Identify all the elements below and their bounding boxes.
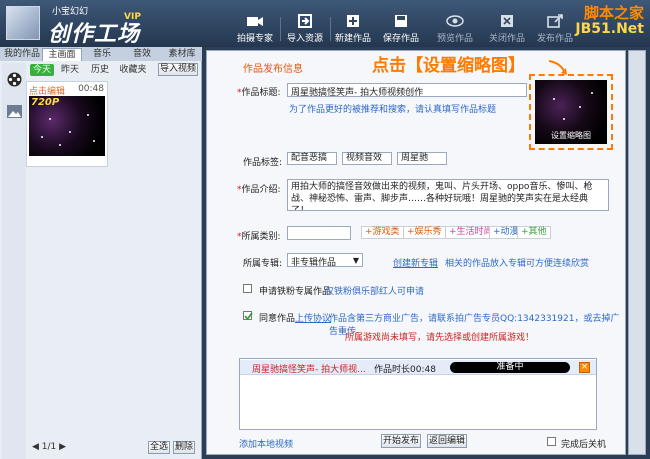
category-input[interactable]: [287, 226, 351, 240]
thumbnail-callout: 点击【设置缩略图】: [372, 56, 525, 76]
add-local-video-link[interactable]: 添加本地视频: [239, 437, 293, 450]
album-label: 所属专辑:: [243, 259, 283, 269]
vip-badge: VIP: [124, 12, 141, 22]
publish-work-button[interactable]: 发布作品: [532, 14, 578, 46]
title-input[interactable]: 周星驰搞怪笑声- 拍大师视频创作: [287, 83, 527, 97]
preview-work-button[interactable]: 预览作品: [432, 14, 478, 46]
tag-input-2[interactable]: 视频音效: [342, 152, 392, 165]
tab-material-library[interactable]: 素材库: [162, 48, 202, 61]
left-tabs: 我的作品 主画面 音乐 音效 素材库: [0, 47, 202, 61]
pager[interactable]: ◀ 1/1 ▶: [32, 442, 66, 452]
thumbnail-highlight[interactable]: 设置缩略图: [529, 74, 613, 150]
new-work-button[interactable]: 新建作品: [330, 14, 376, 46]
section-title: 作品发布信息: [243, 64, 303, 75]
album-hint: 相关的作品放入专辑可方便连续欣赏: [445, 259, 590, 269]
film-reel-icon[interactable]: [6, 71, 23, 88]
close-doc-icon: [501, 15, 513, 27]
upload-queue: 周星驰搞怪笑声- 拍大师视... 作品时长00:48 准备中 ×: [239, 358, 597, 430]
create-album-link[interactable]: 创建新专辑: [393, 256, 438, 269]
set-thumbnail-image[interactable]: 设置缩略图: [535, 80, 607, 144]
category-entertainment[interactable]: +娱乐秀: [403, 226, 446, 239]
new-doc-icon: [347, 15, 359, 27]
publish-icon: [547, 14, 563, 28]
import-resource-button[interactable]: 导入资源: [282, 14, 328, 46]
tab-sound-effects[interactable]: 音效: [122, 48, 162, 61]
pager-prev-icon[interactable]: ◀: [32, 442, 42, 452]
category-label: *所属类别:: [237, 232, 281, 242]
right-scrollbar[interactable]: [628, 50, 646, 455]
delete-button[interactable]: 删除: [173, 441, 195, 454]
filter-history[interactable]: 历史: [88, 64, 112, 76]
tag-input-1[interactable]: 配音恶搞: [287, 152, 337, 165]
tab-my-works[interactable]: 我的作品: [2, 48, 42, 61]
apply-fan-label: 申请铁粉专属作品: [259, 287, 332, 297]
eye-icon: [446, 15, 464, 27]
close-work-button[interactable]: 关闭作品: [484, 14, 530, 46]
left-side-strip: [2, 63, 26, 459]
image-icon[interactable]: [6, 103, 23, 120]
pager-next-icon[interactable]: ▶: [56, 442, 66, 452]
left-panel: 我的作品 主画面 音乐 音效 素材库 今天 昨天 历史 收藏夹 导入视频 点击编…: [0, 47, 202, 459]
agree-checkbox[interactable]: [243, 311, 253, 321]
tab-main-screen[interactable]: 主画面: [42, 48, 82, 61]
save-work-button[interactable]: 保存作品: [378, 14, 424, 46]
album-select[interactable]: 非专辑作品 ▼: [287, 253, 363, 268]
intro-label: *作品介绍:: [237, 185, 281, 195]
save-icon: [395, 15, 407, 27]
tags-label: 作品标签:: [243, 158, 283, 168]
filter-favorites[interactable]: 收藏夹: [116, 64, 150, 76]
back-edit-button[interactable]: 返回编辑: [427, 434, 467, 448]
tab-music[interactable]: 音乐: [82, 48, 122, 61]
import-icon: [298, 14, 312, 28]
card-duration: 00:48: [78, 84, 104, 94]
filter-today[interactable]: 今天: [30, 64, 54, 76]
close-icon[interactable]: ×: [579, 362, 590, 373]
left-bottom-bar: ◀ 1/1 ▶ 全选 删除: [26, 441, 202, 455]
filter-yesterday[interactable]: 昨天: [58, 64, 82, 76]
game-warning: 所属游戏尚未填写，请先选择或创建所属游戏！: [345, 333, 535, 343]
upload-status: 准备中: [450, 362, 570, 373]
title-bar: 小宝幻幻 创作工场 VIP 拍摄专家 导入资源 新建作品 保存作品 预览作品 关…: [0, 0, 650, 47]
checkmark-icon: [244, 312, 253, 321]
video-card[interactable]: 点击编辑 00:48 720P: [26, 81, 108, 167]
start-publish-button[interactable]: 开始发布: [381, 434, 421, 448]
avatar[interactable]: [6, 6, 40, 40]
tag-input-3[interactable]: 周星驰: [397, 152, 447, 165]
chevron-down-icon: ▼: [352, 256, 359, 265]
category-game[interactable]: +游戏类: [361, 226, 404, 239]
title-hint: 为了作品更好的被推荐和搜索，请认真填写作品标题: [289, 105, 497, 115]
title-label: *作品标题:: [237, 88, 281, 98]
quality-badge: 720P: [31, 97, 60, 108]
camera-icon: [247, 17, 263, 26]
camera-expert-button[interactable]: 拍摄专家: [232, 14, 278, 46]
import-video-button[interactable]: 导入视频: [158, 63, 198, 76]
upload-name: 周星驰搞怪笑声- 拍大师视...: [252, 365, 366, 375]
upload-duration: 作品时长00:48: [374, 365, 436, 375]
set-thumbnail-caption[interactable]: 设置缩略图: [535, 130, 607, 141]
watermark-url: JB51.Net: [575, 21, 644, 37]
shutdown-label: 完成后关机: [561, 440, 607, 450]
publish-form-panel: 作品发布信息 点击【设置缩略图】 *作品标题: 周星驰搞怪笑声- 拍大师视频创作…: [206, 50, 626, 455]
category-other[interactable]: +其他: [517, 226, 551, 239]
card-thumbnail[interactable]: 720P: [29, 96, 105, 156]
watermark-text: 脚本之家: [583, 4, 644, 22]
shutdown-checkbox[interactable]: [547, 437, 556, 446]
apply-fan-link[interactable]: 仅铁粉俱乐部红人可申请: [325, 284, 424, 297]
upload-agreement-link[interactable]: 上传协议: [295, 314, 331, 324]
upload-row[interactable]: 周星驰搞怪笑声- 拍大师视... 作品时长00:48 准备中 ×: [240, 360, 596, 375]
apply-fan-checkbox[interactable]: [243, 284, 252, 293]
intro-textarea[interactable]: 用拍大师的搞怪音效做出来的视频，鬼叫、片头开场、oppo音乐、惨叫、枪战、神秘恐…: [287, 179, 609, 211]
select-all-button[interactable]: 全选: [148, 441, 170, 454]
agree-label: 同意作品上传协议: [259, 314, 332, 324]
date-filter-bar: 今天 昨天 历史 收藏夹 导入视频: [26, 63, 202, 79]
